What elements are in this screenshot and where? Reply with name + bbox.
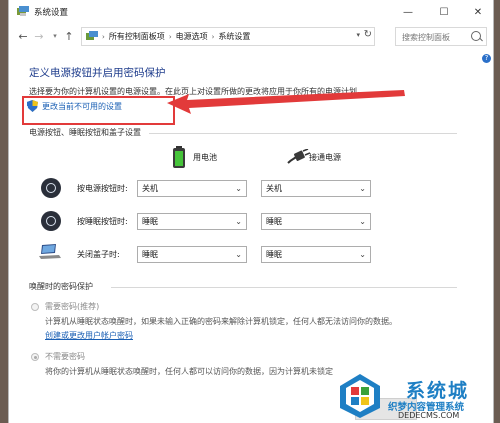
close-button[interactable]: ✕ xyxy=(461,0,493,24)
refresh-icon[interactable]: ↻ xyxy=(364,29,372,40)
power-section-title: 电源按钮、睡眠按钮和盖子设置 xyxy=(29,128,141,137)
up-arrow-icon[interactable]: ↑ xyxy=(61,27,77,45)
breadcrumb-control-panel[interactable]: 所有控制面板项 xyxy=(109,31,165,42)
power-button-icon xyxy=(41,178,61,198)
chevron-down-icon: ⌄ xyxy=(359,217,366,226)
require-password-description: 计算机从睡眠状态唤醒时，如果未输入正确的密码来解除计算机锁定，任何人都无法访问你… xyxy=(45,317,397,326)
close-lid-battery-select[interactable]: 睡眠 ⌄ xyxy=(137,246,247,263)
select-value: 关机 xyxy=(266,184,282,193)
row-label-close-lid: 关闭盖子时: xyxy=(77,250,120,259)
breadcrumb-power-options[interactable]: 电源选项 xyxy=(176,31,208,42)
sleep-button-battery-select[interactable]: 睡眠 ⌄ xyxy=(137,213,247,230)
select-value: 睡眠 xyxy=(142,217,158,226)
no-password-description: 将你的计算机从睡眠状态唤醒时，任何人都可以访问你的数据，因为计算机未锁定 xyxy=(45,367,333,376)
power-button-battery-select[interactable]: 关机 ⌄ xyxy=(137,180,247,197)
forward-arrow-icon[interactable]: → xyxy=(31,27,47,45)
create-change-password-link[interactable]: 创建或更改用户帐户密码 xyxy=(45,330,133,341)
no-password-radio[interactable] xyxy=(31,353,39,361)
power-button-plugged-select[interactable]: 关机 ⌄ xyxy=(261,180,371,197)
battery-icon xyxy=(173,146,185,168)
chevron-down-icon: ⌄ xyxy=(359,250,366,259)
select-value: 睡眠 xyxy=(266,250,282,259)
search-icon[interactable] xyxy=(471,31,481,41)
wake-section-title: 唤醒时的密码保护 xyxy=(29,282,93,291)
sleep-button-plugged-select[interactable]: 睡眠 ⌄ xyxy=(261,213,371,230)
breadcrumb-separator-icon: › xyxy=(102,32,105,41)
window-title: 系统设置 xyxy=(34,8,69,18)
sleep-button-icon xyxy=(41,211,61,231)
chevron-down-icon: ⌄ xyxy=(235,217,242,226)
chevron-down-icon: ⌄ xyxy=(359,184,366,193)
breadcrumb-system-settings[interactable]: 系统设置 xyxy=(218,31,250,42)
select-value: 关机 xyxy=(142,184,158,193)
help-icon[interactable]: ? xyxy=(482,54,491,63)
chevron-down-icon: ⌄ xyxy=(235,184,242,193)
column-header-plugged-in: 接通电源 xyxy=(309,153,341,162)
breadcrumb-separator-icon: › xyxy=(211,32,215,41)
chevron-down-icon: ⌄ xyxy=(235,250,242,259)
select-value: 睡眠 xyxy=(266,217,282,226)
address-bar[interactable]: › 所有控制面板项 › 电源选项 › 系统设置 ▾ ↻ xyxy=(81,27,375,46)
column-header-battery: 用电池 xyxy=(193,153,217,162)
title-bar: 系统设置 — ☐ ✕ xyxy=(9,0,493,24)
system-settings-window: 系统设置 — ☐ ✕ ← → ▾ ↑ › 所有控制面板项 › 电源选项 › 系统… xyxy=(8,0,494,423)
watermark: 系统城 织梦内容管理系统 DEDECMS.COM xyxy=(336,370,496,423)
no-password-label: 不需要密码 xyxy=(45,352,85,361)
select-value: 睡眠 xyxy=(142,250,158,259)
minimize-button[interactable]: — xyxy=(391,0,425,24)
section-divider xyxy=(149,133,457,134)
row-label-power-button: 按电源按钮时: xyxy=(77,184,128,193)
breadcrumb-separator-icon: › xyxy=(168,32,172,41)
power-plug-icon xyxy=(287,149,310,164)
back-arrow-icon[interactable]: ← xyxy=(15,27,31,45)
search-placeholder: 搜索控制面板 xyxy=(402,33,450,42)
page-title: 定义电源按钮并启用密码保护 xyxy=(29,67,166,79)
row-label-sleep-button: 按睡眠按钮时: xyxy=(77,217,128,226)
power-options-app-icon xyxy=(17,6,29,16)
require-password-label: 需要密码(推荐) xyxy=(45,302,100,311)
close-lid-plugged-select[interactable]: 睡眠 ⌄ xyxy=(261,246,371,263)
search-input[interactable]: 搜索控制面板 xyxy=(395,27,487,46)
section-divider xyxy=(111,287,457,288)
annotation-highlight-box xyxy=(22,96,175,125)
maximize-button[interactable]: ☐ xyxy=(427,0,461,24)
address-dropdown-chevron-icon[interactable]: ▾ xyxy=(356,31,360,39)
address-row: ← → ▾ ↑ › 所有控制面板项 › 电源选项 › 系统设置 ▾ ↻ 搜索控制… xyxy=(9,26,493,46)
control-panel-icon xyxy=(86,31,98,40)
watermark-url: DEDECMS.COM xyxy=(398,411,460,420)
annotation-arrow xyxy=(167,90,405,114)
require-password-radio[interactable] xyxy=(31,303,39,311)
watermark-logo xyxy=(340,374,380,418)
laptop-lid-icon xyxy=(39,244,61,259)
